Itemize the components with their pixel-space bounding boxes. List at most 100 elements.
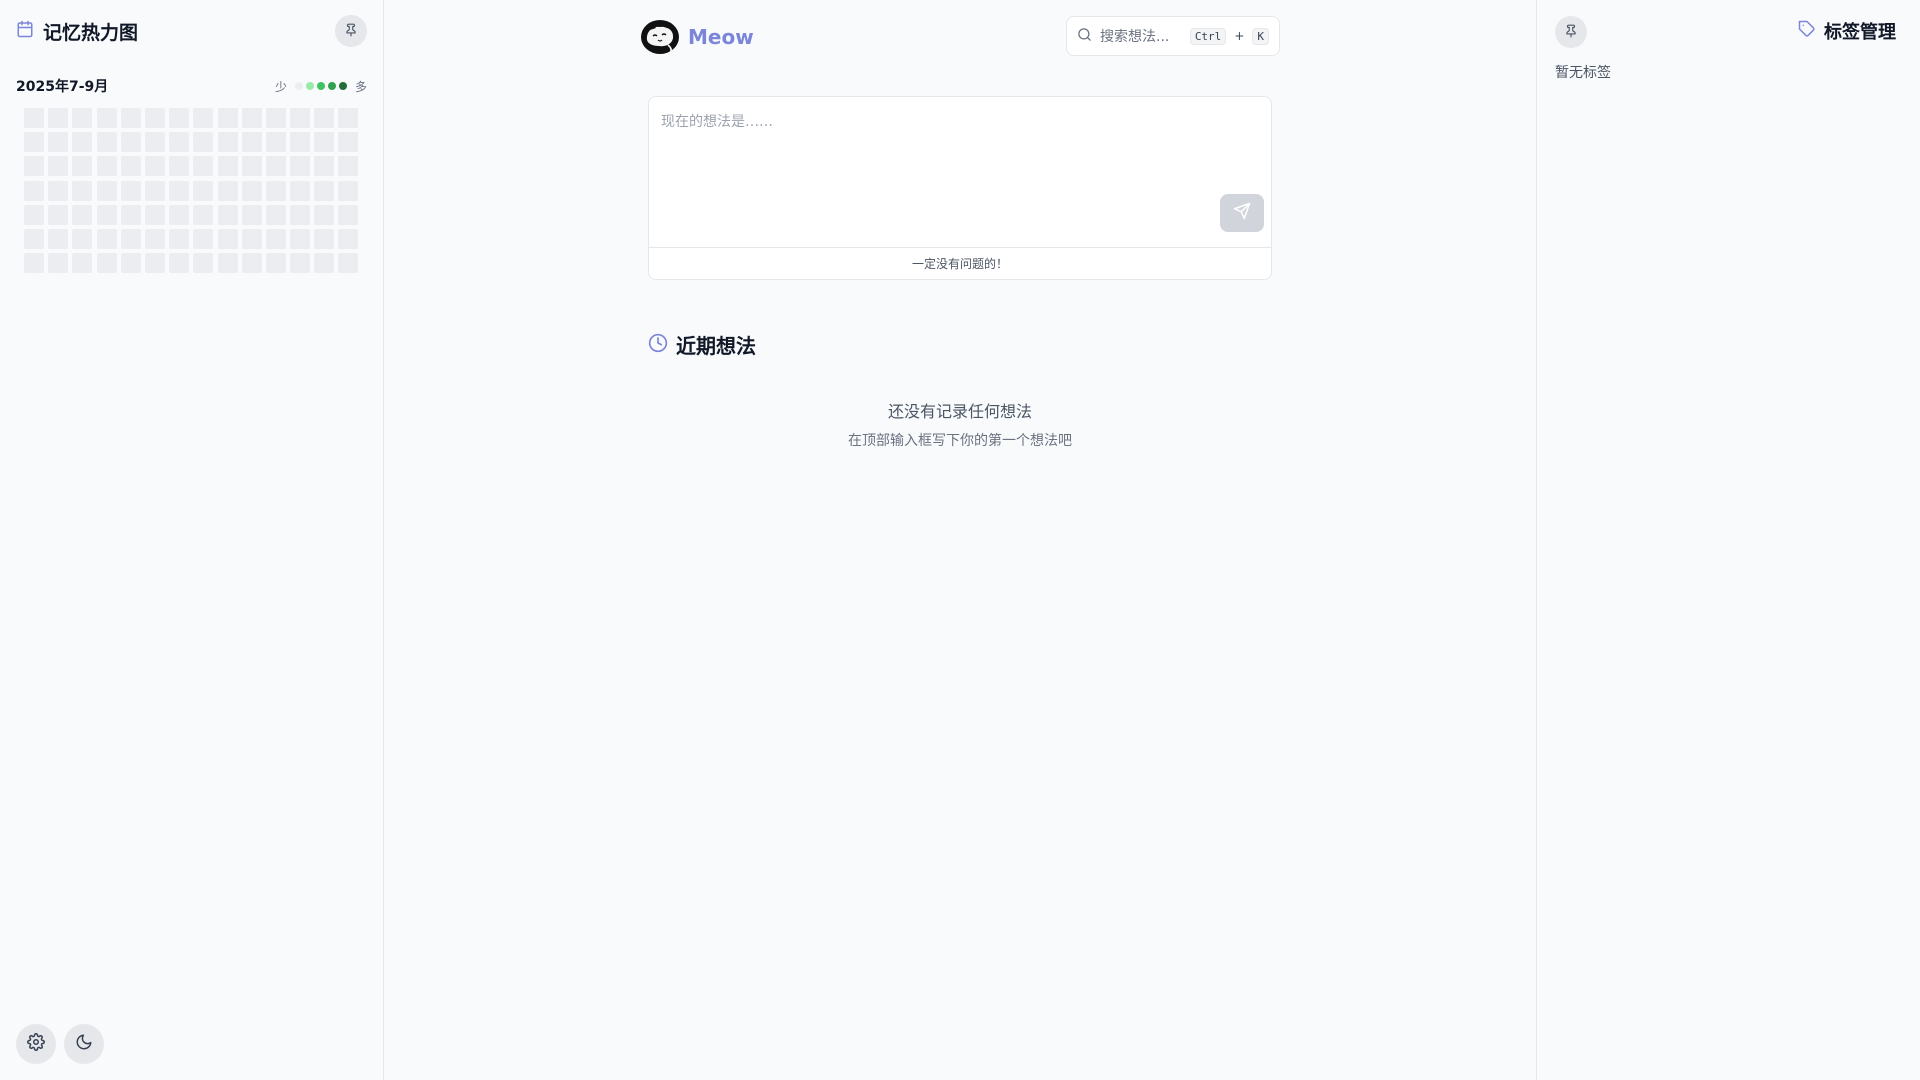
calendar-icon xyxy=(16,20,34,42)
theme-toggle-button[interactable] xyxy=(64,1024,104,1064)
heatmap-cell xyxy=(314,132,335,153)
heatmap-cell xyxy=(169,204,190,225)
heatmap-cell xyxy=(72,228,93,249)
composer-footer: 一定没有问题的！ xyxy=(649,247,1271,279)
heatmap-cell xyxy=(72,156,93,177)
heatmap-cell xyxy=(265,253,286,274)
heatmap-cell xyxy=(338,204,359,225)
heatmap-cell xyxy=(241,156,262,177)
heatmap-cell xyxy=(338,132,359,153)
heatmap-cell xyxy=(217,228,238,249)
tags-title: 标签管理 xyxy=(1824,22,1896,43)
heatmap-cell xyxy=(314,180,335,201)
heatmap-cell xyxy=(193,132,214,153)
heatmap-cell xyxy=(290,253,311,274)
right-sidebar: 标签管理 暂无标签 xyxy=(1536,0,1920,1080)
heatmap-cell xyxy=(217,156,238,177)
heatmap-cell xyxy=(144,108,165,128)
heatmap-cell xyxy=(144,180,165,201)
app-root: 记忆热力图 2025年7-9月 少 多 Meow 搜索想法... Ctrl + … xyxy=(0,0,1920,1080)
heatmap-cell xyxy=(169,108,190,128)
heatmap-cell xyxy=(338,180,359,201)
legend-more-label: 多 xyxy=(354,79,367,94)
legend-level-3 xyxy=(327,82,336,90)
heatmap-cell xyxy=(193,228,214,249)
heatmap-cell xyxy=(120,204,141,225)
search-input[interactable]: 搜索想法... xyxy=(1100,26,1182,46)
tags-empty-text: 暂无标签 xyxy=(1555,65,1611,81)
heatmap-cell xyxy=(338,108,359,128)
heatmap-cell xyxy=(120,253,141,274)
heatmap-cell xyxy=(24,253,44,274)
left-sidebar: 记忆热力图 2025年7-9月 少 多 xyxy=(0,0,384,1080)
heatmap-cell xyxy=(48,156,69,177)
heatmap-cell xyxy=(338,253,359,274)
heatmap-cell xyxy=(144,204,165,225)
heatmap-cell xyxy=(96,253,117,274)
empty-state-title: 还没有记录任何想法 xyxy=(887,402,1032,421)
heatmap-cell xyxy=(265,204,286,225)
shortcut-key-ctrl: Ctrl xyxy=(1189,27,1227,45)
heatmap-cell xyxy=(72,253,93,274)
search-box[interactable]: 搜索想法... Ctrl + K xyxy=(1066,16,1280,56)
heatmap-cell xyxy=(72,204,93,225)
send-button[interactable] xyxy=(1220,194,1264,232)
heatmap-cell xyxy=(241,180,262,201)
heatmap-cell xyxy=(338,228,359,249)
left-bottom-actions xyxy=(16,1024,104,1064)
heatmap-cell xyxy=(96,180,117,201)
heatmap-cell xyxy=(120,132,141,153)
tag-icon xyxy=(1798,20,1816,42)
heatmap-cell xyxy=(24,132,44,153)
top-bar: Meow 搜索想法... Ctrl + K xyxy=(640,16,1280,56)
heatmap-cell xyxy=(169,228,190,249)
heatmap-cell xyxy=(144,253,165,274)
heatmap-cell xyxy=(193,180,214,201)
tags-title-group: 标签管理 xyxy=(1798,18,1896,44)
heatmap-title: 记忆热力图 xyxy=(43,21,139,44)
left-pin-button[interactable] xyxy=(335,15,367,47)
heatmap-cell xyxy=(314,108,335,128)
settings-button[interactable] xyxy=(16,1024,56,1064)
thought-input[interactable] xyxy=(649,97,1271,249)
heatmap-cell xyxy=(120,228,141,249)
brand[interactable]: Meow xyxy=(640,18,754,56)
heatmap-cell xyxy=(265,132,286,153)
shortcut-key-k: K xyxy=(1252,27,1269,45)
heatmap-cell xyxy=(290,204,311,225)
heatmap-cell xyxy=(48,204,69,225)
heatmap-cell xyxy=(217,132,238,153)
heatmap-cell xyxy=(48,253,69,274)
heatmap-cell xyxy=(144,228,165,249)
heatmap-cell xyxy=(193,108,214,128)
heatmap-cell xyxy=(241,132,262,153)
heatmap-cell xyxy=(241,253,262,274)
heatmap-cell xyxy=(169,253,190,274)
heatmap-cell xyxy=(24,156,44,177)
heatmap-cell xyxy=(290,156,311,177)
heatmap-legend: 少 多 xyxy=(275,78,367,95)
heatmap-range-label: 2025年7-9月 xyxy=(16,79,109,95)
heatmap-cell xyxy=(48,108,69,128)
heatmap-cell xyxy=(48,228,69,249)
heatmap-cell xyxy=(241,108,262,128)
cat-logo-icon xyxy=(640,18,680,56)
brand-name: Meow xyxy=(688,25,754,49)
pin-icon xyxy=(1564,23,1578,42)
legend-level-4 xyxy=(338,82,347,90)
heatmap-cell xyxy=(193,253,214,274)
heatmap-cell xyxy=(290,180,311,201)
main-content: Meow 搜索想法... Ctrl + K 现在的想法是…… 一定没有问题的！ … xyxy=(384,0,1536,1080)
heatmap-cell xyxy=(120,108,141,128)
heatmap-cell xyxy=(120,156,141,177)
heatmap-cell xyxy=(120,180,141,201)
heatmap-cell xyxy=(96,156,117,177)
heatmap-cell xyxy=(217,108,238,128)
heatmap-cell xyxy=(96,228,117,249)
heatmap-cell xyxy=(217,253,238,274)
heatmap-cell xyxy=(290,132,311,153)
right-pin-button[interactable] xyxy=(1555,16,1587,48)
heatmap-cell xyxy=(193,204,214,225)
heatmap-cell xyxy=(193,156,214,177)
heatmap-cell xyxy=(169,156,190,177)
